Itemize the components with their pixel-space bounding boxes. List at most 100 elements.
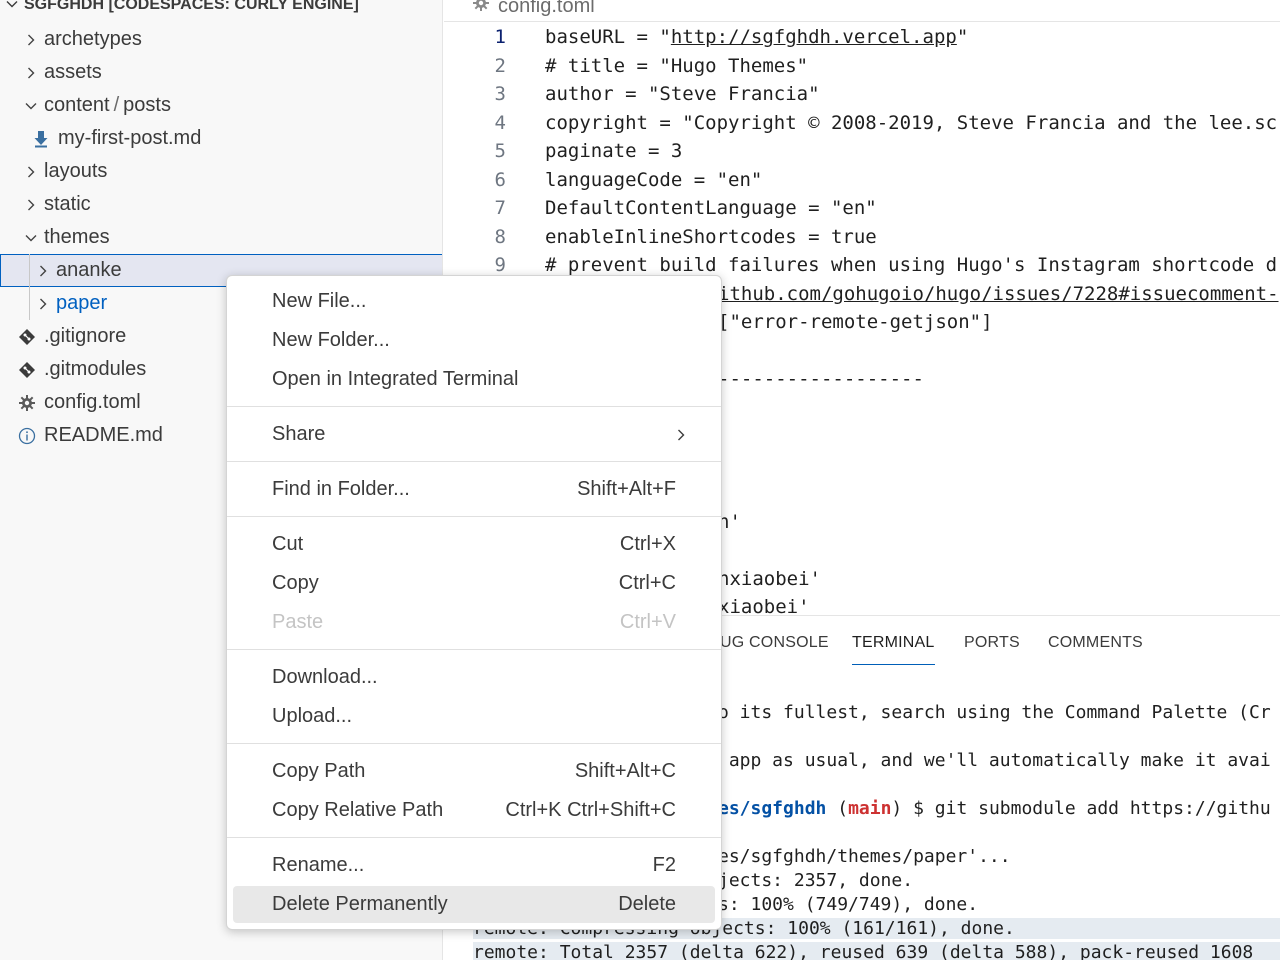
tree-item-archetypes[interactable]: archetypes	[0, 23, 442, 56]
terminal-text: )	[891, 798, 903, 819]
menu-item-label: Download...	[272, 666, 378, 688]
menu-item-label: Copy Path	[272, 760, 366, 782]
code-text: nxiaobei'	[718, 567, 821, 590]
code-line[interactable]: 6 languageCode = "en"	[444, 166, 763, 195]
code-text: baseURL = "	[545, 26, 671, 49]
terminal-branch: main	[848, 798, 892, 819]
line-number: 9	[494, 254, 506, 277]
tree-item-label: themes	[44, 226, 110, 248]
code-line[interactable]: 4 copyright = "Copyright © 2008-2019, St…	[444, 109, 1278, 138]
chevron-right-icon	[673, 426, 689, 449]
terminal-text: (	[826, 798, 849, 819]
menu-item-label: New Folder...	[272, 329, 390, 351]
chevron-right-icon	[20, 164, 42, 180]
code-text: xiaobei'	[718, 596, 810, 615]
tree-item-label: static	[44, 193, 91, 215]
tree-item-assets[interactable]: assets	[0, 56, 442, 89]
menu-item-shortcut: Ctrl+V	[619, 611, 676, 633]
code-line[interactable]: 8 enableInlineShortcodes = true	[444, 223, 877, 252]
line-number: 4	[494, 111, 506, 134]
menu-item-label: New File...	[272, 290, 367, 312]
menu-item-upload[interactable]: Upload...	[233, 698, 715, 735]
code-link[interactable]: ithub.com/gohugoio/hugo/issues/7228#issu…	[718, 283, 1279, 305]
tree-item-static[interactable]: static	[0, 188, 442, 221]
code-line[interactable]: 1 baseURL = "http://sgfghdh.vercel.app"	[444, 23, 969, 52]
terminal-command: $ git submodule add https://githu	[902, 798, 1271, 819]
menu-item-cut[interactable]: Cut Ctrl+X	[233, 526, 715, 563]
menu-item-label: Copy Relative Path	[272, 799, 444, 821]
menu-item-label: Share	[272, 423, 326, 445]
menu-separator	[227, 649, 721, 650]
tree-item-label: .gitignore	[44, 325, 127, 347]
tree-item-label: assets	[44, 61, 102, 83]
code-link[interactable]: http://sgfghdh.vercel.app	[671, 26, 957, 48]
menu-separator	[227, 516, 721, 517]
menu-item-delete-permanently[interactable]: Delete Permanently Delete	[233, 886, 715, 923]
chevron-right-icon	[32, 263, 54, 279]
info-icon	[16, 425, 38, 447]
tab-comments[interactable]: COMMENTS	[1048, 634, 1143, 652]
code-text: # title = "Hugo Themes"	[545, 54, 809, 77]
tree-item-my-first-post[interactable]: my-first-post.md	[0, 122, 442, 155]
terminal-line: o its fullest, search using the Command …	[718, 702, 1271, 723]
code-line[interactable]: 5 paginate = 3	[444, 137, 683, 166]
code-line[interactable]: 2 # title = "Hugo Themes"	[444, 52, 809, 81]
git-icon	[16, 326, 38, 348]
gear-icon	[16, 392, 38, 414]
menu-item-label: Rename...	[272, 854, 365, 876]
code-text: ------------------	[718, 368, 924, 391]
line-number: 7	[494, 197, 506, 220]
line-number: 2	[494, 54, 506, 77]
menu-item-label: Cut	[272, 533, 304, 555]
menu-item-find-in-folder[interactable]: Find in Folder... Shift+Alt+F	[233, 471, 715, 508]
menu-item-copy-path[interactable]: Copy Path Shift+Alt+C	[233, 753, 715, 790]
line-number: 3	[494, 83, 506, 106]
menu-item-copy[interactable]: Copy Ctrl+C	[233, 565, 715, 602]
tab-ports[interactable]: PORTS	[964, 634, 1020, 652]
menu-item-open-in-terminal[interactable]: Open in Integrated Terminal	[233, 361, 715, 398]
menu-item-new-folder[interactable]: New Folder...	[233, 322, 715, 359]
tree-item-label: config.toml	[44, 391, 141, 413]
editor-breadcrumb: config.toml	[444, 0, 1280, 22]
menu-item-shortcut: Delete	[618, 893, 676, 915]
tree-item-label: layouts	[44, 160, 108, 182]
code-text: paginate = 3	[545, 140, 683, 163]
code-line[interactable]: 3 author = "Steve Francia"	[444, 80, 820, 109]
line-number: 5	[494, 140, 506, 163]
editor-tab-config-toml[interactable]: config.toml	[472, 0, 595, 18]
menu-item-share[interactable]: Share	[233, 416, 715, 453]
tab-terminal[interactable]: TERMINAL	[852, 634, 935, 665]
code-line[interactable]: 7 DefaultContentLanguage = "en"	[444, 194, 877, 223]
chevron-right-icon	[20, 197, 42, 213]
menu-item-rename[interactable]: Rename... F2	[233, 847, 715, 884]
tree-item-label: content	[44, 94, 110, 116]
menu-item-paste: Paste Ctrl+V	[233, 604, 715, 641]
terminal-prompt: es/sgfghdh (main) $ git submodule add ht…	[718, 798, 1271, 819]
menu-item-shortcut: Ctrl+K Ctrl+Shift+C	[505, 799, 676, 821]
menu-item-label: Copy	[272, 572, 319, 594]
tab-debug-console[interactable]: UG CONSOLE	[720, 634, 829, 652]
menu-item-label: Delete Permanently	[272, 893, 448, 915]
tree-item-content-posts[interactable]: content / posts	[0, 89, 442, 122]
code-text: "	[956, 26, 969, 49]
menu-item-label: Open in Integrated Terminal	[272, 368, 519, 390]
gear-icon	[472, 0, 490, 18]
terminal-line: s: 100% (749/749), done.	[718, 894, 979, 915]
menu-item-download[interactable]: Download...	[233, 659, 715, 696]
context-menu: New File... New Folder... Open in Integr…	[226, 275, 722, 930]
tree-item-label: .gitmodules	[44, 358, 147, 380]
code-text: enableInlineShortcodes = true	[545, 225, 877, 248]
chevron-down-icon	[20, 230, 42, 246]
code-text: DefaultContentLanguage = "en"	[545, 197, 877, 220]
menu-item-copy-relative-path[interactable]: Copy Relative Path Ctrl+K Ctrl+Shift+C	[233, 792, 715, 829]
tree-item-label: README.md	[44, 424, 163, 446]
chevron-right-icon	[32, 296, 54, 312]
menu-item-new-file[interactable]: New File...	[233, 283, 715, 320]
tree-item-layouts[interactable]: layouts	[0, 155, 442, 188]
menu-item-label: Find in Folder...	[272, 478, 410, 500]
line-number: 1	[494, 26, 506, 49]
tree-item-themes[interactable]: themes	[0, 221, 442, 254]
explorer-section-header[interactable]: SGFGHDH [CODESPACES: CURLY ENGINE]	[0, 0, 359, 16]
menu-separator	[227, 743, 721, 744]
menu-item-shortcut: F2	[652, 854, 676, 876]
